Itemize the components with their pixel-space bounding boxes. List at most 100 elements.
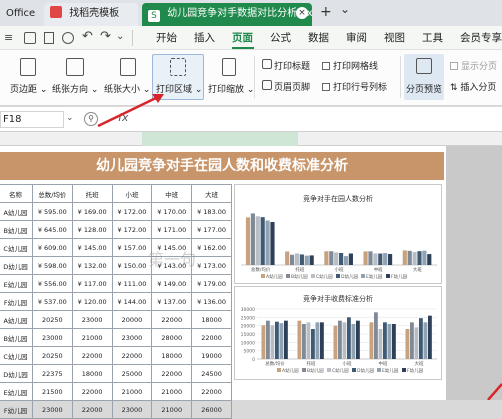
table-cell[interactable]: ¥ 162.00 xyxy=(191,238,232,257)
tab-office[interactable]: Office xyxy=(0,3,40,26)
table-cell[interactable]: 22000 xyxy=(151,364,193,383)
table-cell[interactable]: 21500 xyxy=(31,382,73,401)
zoom-icon[interactable]: ⚲ xyxy=(84,112,98,126)
table-cell[interactable]: 23000 xyxy=(31,400,73,419)
table-cell[interactable]: ¥ 645.00 xyxy=(31,220,73,239)
table-cell[interactable]: ¥ 179.00 xyxy=(191,274,232,293)
table-header-cell[interactable]: 托班 xyxy=(71,184,113,203)
table-cell[interactable]: C幼儿园 xyxy=(0,346,33,365)
table-cell[interactable]: 18000 xyxy=(71,364,113,383)
add-tab-button[interactable]: + xyxy=(320,4,332,20)
table-cell[interactable]: 18000 xyxy=(151,346,193,365)
menu-start[interactable]: 开始 xyxy=(156,26,177,50)
formula-input[interactable] xyxy=(136,111,502,128)
table-header-cell[interactable]: 小班 xyxy=(111,184,153,203)
table-cell[interactable]: 21000 xyxy=(151,382,193,401)
chart-enrollment[interactable]: 竞争对手在园人数分析 总数/均价 托班 小班 中班 大班 A幼儿园 B幼儿园 C幼儿园 D幼儿园… xyxy=(234,184,442,284)
close-tab-icon[interactable]: × xyxy=(296,7,308,19)
table-cell[interactable]: 22000 xyxy=(191,328,232,347)
table-cell[interactable]: 20250 xyxy=(31,310,73,329)
menu-formula[interactable]: 公式 xyxy=(270,26,291,50)
table-cell[interactable]: 22000 xyxy=(151,310,193,329)
table-cell[interactable]: 23000 xyxy=(111,400,153,419)
table-cell[interactable]: ¥ 173.00 xyxy=(191,256,232,275)
preview-icon[interactable] xyxy=(62,32,74,44)
table-cell[interactable]: ¥ 117.00 xyxy=(71,274,113,293)
tab-file[interactable]: S 幼儿园竞争对手数据对比分析1.xls xyxy=(142,3,312,26)
print-scale-button[interactable]: 打印缩放 ⌄ xyxy=(208,82,254,95)
table-cell[interactable]: 19000 xyxy=(191,346,232,365)
spreadsheet-page[interactable]: 幼儿园竞争对手在园人数和收费标准分析 名称 总数/均价 托班 小班 中班 大班 A幼儿园 ¥ … xyxy=(0,146,446,419)
menu-member[interactable]: 会员专享 xyxy=(460,26,502,50)
menu-data[interactable]: 数据 xyxy=(308,26,329,50)
table-cell[interactable]: ¥ 111.00 xyxy=(111,274,153,293)
table-cell[interactable]: ¥ 177.00 xyxy=(191,220,232,239)
table-cell[interactable]: 22375 xyxy=(31,364,73,383)
table-cell[interactable]: 23000 xyxy=(71,310,113,329)
tab-template[interactable]: 找稻壳模板 xyxy=(44,3,138,26)
table-cell[interactable]: ¥ 595.00 xyxy=(31,202,73,221)
table-cell[interactable]: ¥ 137.00 xyxy=(151,292,193,311)
tab-list-button[interactable]: ⌄ xyxy=(340,2,350,16)
table-cell[interactable]: 23000 xyxy=(111,328,153,347)
table-cell[interactable]: 25000 xyxy=(111,364,153,383)
table-cell[interactable]: B幼儿园 xyxy=(0,328,33,347)
menu-review[interactable]: 审阅 xyxy=(346,26,367,50)
show-page-breaks-checkbox[interactable]: 显示分页 xyxy=(450,59,497,72)
menu-tools[interactable]: 工具 xyxy=(422,26,443,50)
table-cell[interactable]: ¥ 149.00 xyxy=(151,274,193,293)
table-cell[interactable]: E幼儿园 xyxy=(0,382,33,401)
table-cell[interactable]: 24500 xyxy=(191,364,232,383)
table-cell[interactable]: ¥ 609.00 xyxy=(31,238,73,257)
table-cell[interactable]: 22000 xyxy=(71,346,113,365)
insert-page-break-button[interactable]: ⇅ 插入分页 xyxy=(450,80,496,93)
table-cell[interactable]: ¥ 128.00 xyxy=(71,220,113,239)
table-header-cell[interactable]: 大班 xyxy=(191,184,232,203)
table-cell[interactable]: C幼儿园 xyxy=(0,238,33,257)
table-cell[interactable]: D幼儿园 xyxy=(0,364,33,383)
margins-button[interactable]: 页边距 ⌄ xyxy=(10,82,47,95)
table-cell[interactable]: D幼儿园 xyxy=(0,256,33,275)
table-cell[interactable]: 21000 xyxy=(151,400,193,419)
paper-size-button[interactable]: 纸张大小 ⌄ xyxy=(104,82,150,95)
table-cell[interactable]: A幼儿园 xyxy=(0,202,33,221)
fx-button[interactable]: fx xyxy=(118,111,128,124)
header-footer-button[interactable]: 页眉页脚 xyxy=(274,80,310,93)
name-box-dropdown-icon[interactable]: ⌄ xyxy=(66,113,74,123)
table-cell[interactable]: ¥ 145.00 xyxy=(71,238,113,257)
table-cell[interactable]: ¥ 537.00 xyxy=(31,292,73,311)
table-cell[interactable]: ¥ 556.00 xyxy=(31,274,73,293)
print-headings-checkbox[interactable]: 打印行号列标 xyxy=(322,80,387,93)
table-header-cell[interactable]: 中班 xyxy=(151,184,193,203)
table-header-cell[interactable]: 总数/均价 xyxy=(31,184,73,203)
table-cell[interactable]: 20000 xyxy=(111,310,153,329)
print-area-button[interactable]: 打印区域 ⌄ xyxy=(156,82,202,95)
table-cell[interactable]: F幼儿园 xyxy=(0,400,33,419)
print-icon[interactable] xyxy=(44,32,54,44)
table-cell[interactable]: ¥ 171.00 xyxy=(151,220,193,239)
table-cell[interactable]: ¥ 169.00 xyxy=(71,202,113,221)
table-cell[interactable]: ¥ 598.00 xyxy=(31,256,73,275)
menu-icon[interactable]: ≡ xyxy=(4,31,18,45)
page-break-preview-button[interactable]: 分页预览 xyxy=(406,82,442,95)
table-cell[interactable]: E幼儿园 xyxy=(0,274,33,293)
quick-access-more-icon[interactable]: ⌄ xyxy=(116,31,124,42)
save-icon[interactable] xyxy=(24,32,36,44)
table-cell[interactable]: 26000 xyxy=(191,400,232,419)
table-cell[interactable]: 21000 xyxy=(111,382,153,401)
table-cell[interactable]: A幼儿园 xyxy=(0,310,33,329)
table-cell[interactable]: ¥ 120.00 xyxy=(71,292,113,311)
table-cell[interactable]: ¥ 157.00 xyxy=(111,238,153,257)
table-cell[interactable]: F幼儿园 xyxy=(0,292,33,311)
table-cell[interactable]: 22000 xyxy=(71,400,113,419)
undo-icon[interactable]: ↶ xyxy=(82,29,93,44)
menu-insert[interactable]: 插入 xyxy=(194,26,215,50)
table-cell[interactable]: ¥ 136.00 xyxy=(191,292,232,311)
menu-view[interactable]: 视图 xyxy=(384,26,405,50)
table-header-cell[interactable]: 名称 xyxy=(0,184,33,203)
redo-icon[interactable]: ↷ xyxy=(100,29,111,44)
table-cell[interactable]: ¥ 132.00 xyxy=(71,256,113,275)
table-cell[interactable]: ¥ 183.00 xyxy=(191,202,232,221)
table-cell[interactable]: B幼儿园 xyxy=(0,220,33,239)
table-cell[interactable]: 22000 xyxy=(111,346,153,365)
